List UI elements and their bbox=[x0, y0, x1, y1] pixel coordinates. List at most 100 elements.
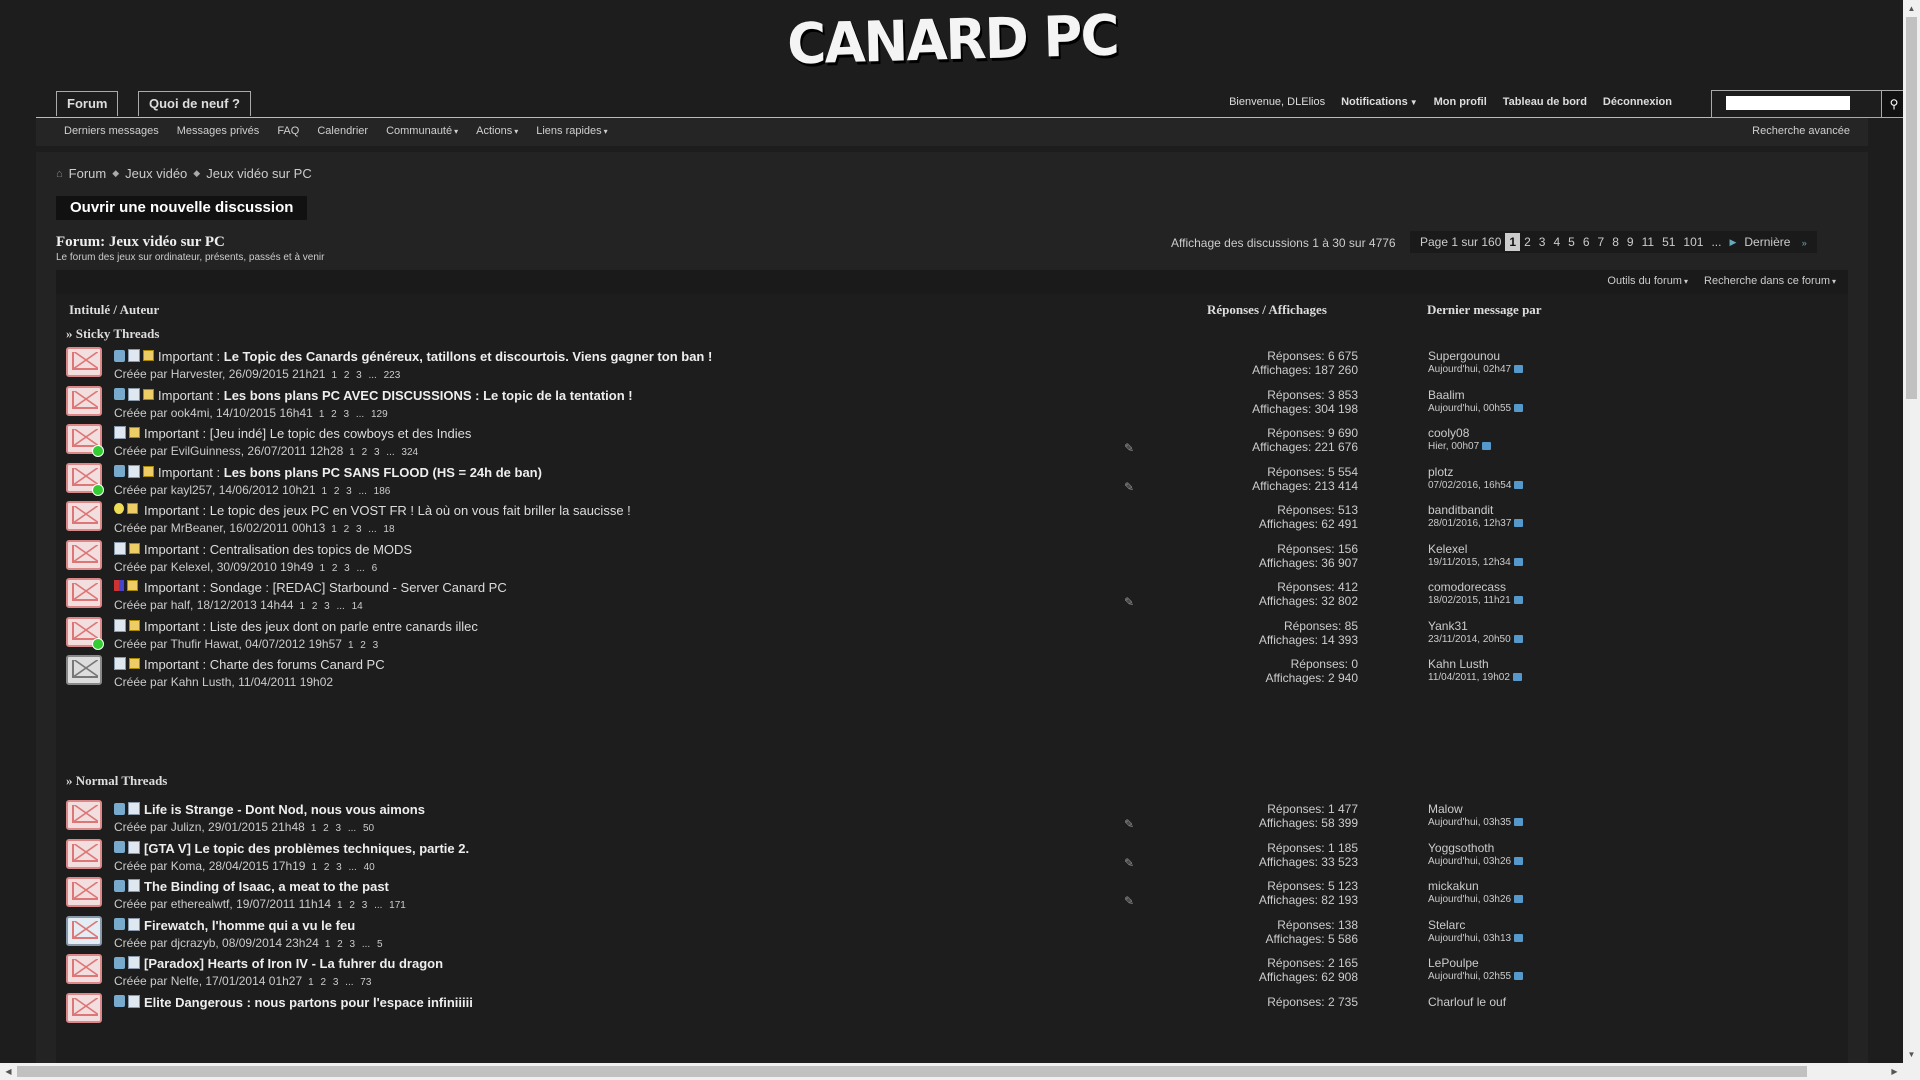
subnav-actions[interactable]: Actions ▾ bbox=[476, 118, 518, 145]
scrollbar-thumb[interactable] bbox=[17, 1066, 1807, 1077]
logout-link[interactable]: Déconnexion bbox=[1603, 91, 1672, 113]
last-post-user[interactable]: Kahn Lusth bbox=[1428, 657, 1489, 671]
thread-title-link[interactable]: Sondage : [REDAC] Starbound - Server Can… bbox=[210, 580, 507, 595]
thread-title-link[interactable]: [GTA V] Le topic des problèmes technique… bbox=[144, 841, 469, 856]
search-input[interactable] bbox=[1726, 96, 1850, 110]
thread-page-links[interactable]: 1 2 3 ... 40 bbox=[311, 862, 374, 873]
vertical-scrollbar[interactable]: ▲ ▼ bbox=[1903, 0, 1920, 1063]
last-post-user[interactable]: comodorecass bbox=[1428, 580, 1506, 594]
page-label[interactable]: Page 1 sur 160 bbox=[1416, 235, 1505, 249]
next-page-icon[interactable]: ▶ bbox=[1725, 237, 1740, 248]
go-to-last-post-icon[interactable] bbox=[1513, 634, 1523, 643]
thread-page-links[interactable]: 1 2 3 ... 171 bbox=[337, 900, 406, 911]
thread-page-links[interactable]: 1 2 3 ... 186 bbox=[322, 486, 391, 497]
last-post-user[interactable]: mickakun bbox=[1428, 879, 1479, 893]
thread-title-link[interactable]: Les bons plans PC SANS FLOOD (HS = 24h d… bbox=[224, 465, 542, 480]
last-post-user[interactable]: Stelarc bbox=[1428, 918, 1465, 932]
thread-status-icon[interactable] bbox=[66, 347, 102, 377]
thread-page-links[interactable]: 1 2 3 ... 223 bbox=[331, 370, 400, 381]
last-post-user[interactable]: LePoulpe bbox=[1428, 956, 1479, 970]
go-to-last-post-icon[interactable] bbox=[1514, 856, 1524, 865]
column-stats[interactable]: Réponses / Affichages bbox=[1207, 302, 1327, 318]
go-to-last-post-icon[interactable] bbox=[1513, 596, 1523, 605]
scroll-left-icon[interactable]: ◀ bbox=[0, 1063, 17, 1080]
subnav-community[interactable]: Communauté ▾ bbox=[386, 118, 458, 145]
scrollbar-thumb[interactable] bbox=[1906, 17, 1917, 399]
home-icon[interactable]: ⌂ bbox=[56, 168, 63, 180]
column-title[interactable]: Intitulé / Auteur bbox=[69, 302, 159, 318]
site-logo[interactable]: CANARD PC bbox=[47, 0, 1858, 98]
thread-status-icon[interactable] bbox=[66, 800, 102, 830]
last-post-user[interactable]: banditbandit bbox=[1428, 503, 1493, 517]
dashboard-link[interactable]: Tableau de bord bbox=[1503, 91, 1587, 113]
page-8[interactable]: 8 bbox=[1608, 235, 1623, 249]
last-post-user[interactable]: Supergounou bbox=[1428, 349, 1500, 363]
thread-status-icon[interactable] bbox=[66, 915, 102, 946]
go-to-last-post-icon[interactable] bbox=[1514, 933, 1524, 942]
thread-status-icon[interactable] bbox=[66, 838, 102, 869]
thread-page-links[interactable]: 1 2 3 ... 14 bbox=[299, 601, 362, 612]
profile-link[interactable]: Mon profil bbox=[1434, 91, 1487, 113]
subnav-quick-links[interactable]: Liens rapides ▾ bbox=[536, 118, 607, 145]
page-9[interactable]: 9 bbox=[1623, 235, 1638, 249]
last-post-user[interactable]: cooly08 bbox=[1428, 426, 1469, 440]
thread-title-link[interactable]: [Jeu indé] Le topic des cowboys et des I… bbox=[210, 426, 472, 441]
new-posts-icon[interactable] bbox=[92, 483, 104, 496]
breadcrumb-videogames[interactable]: Jeux vidéo bbox=[125, 166, 187, 181]
scroll-down-icon[interactable]: ▼ bbox=[1903, 1046, 1920, 1063]
subnav-calendar[interactable]: Calendrier bbox=[317, 118, 368, 145]
thread-title-link[interactable]: Les bons plans PC AVEC DISCUSSIONS : Le … bbox=[224, 388, 633, 403]
thread-title-link[interactable]: Charte des forums Canard PC bbox=[210, 657, 385, 672]
last-post-user[interactable]: Yoggsothoth bbox=[1428, 841, 1494, 855]
thread-status-icon[interactable] bbox=[66, 655, 102, 685]
thread-page-links[interactable]: 1 2 3 ... 129 bbox=[319, 409, 388, 420]
thread-status-icon[interactable] bbox=[66, 954, 102, 984]
new-thread-button[interactable]: Ouvrir une nouvelle discussion bbox=[56, 196, 308, 220]
page-101[interactable]: 101 bbox=[1679, 235, 1707, 249]
go-to-last-post-icon[interactable] bbox=[1514, 365, 1524, 374]
thread-status-icon[interactable] bbox=[66, 578, 102, 608]
thread-status-icon[interactable] bbox=[66, 501, 102, 531]
thread-title-link[interactable]: Le Topic des Canards généreux, tatillons… bbox=[224, 349, 713, 364]
notifications-menu[interactable]: Notifications ▼ bbox=[1341, 91, 1418, 114]
thread-status-icon[interactable] bbox=[66, 877, 102, 907]
subnav-faq[interactable]: FAQ bbox=[277, 118, 299, 145]
page-6[interactable]: 6 bbox=[1579, 235, 1594, 249]
last-post-user[interactable]: Kelexel bbox=[1428, 542, 1467, 556]
go-to-last-post-icon[interactable] bbox=[1514, 403, 1524, 412]
new-posts-icon[interactable] bbox=[92, 637, 104, 650]
thread-title-link[interactable]: Firewatch, l'homme qui a vu le feu bbox=[144, 918, 355, 933]
page-1[interactable]: 1 bbox=[1505, 233, 1521, 251]
page-7[interactable]: 7 bbox=[1594, 235, 1609, 249]
thread-page-links[interactable]: 1 2 3 ... 18 bbox=[331, 524, 394, 535]
last-post-user[interactable]: Yank31 bbox=[1428, 619, 1468, 633]
thread-page-links[interactable]: 1 2 3 ... 6 bbox=[319, 563, 377, 574]
thread-status-icon[interactable] bbox=[66, 385, 102, 416]
page-2[interactable]: 2 bbox=[1520, 235, 1535, 249]
thread-page-links[interactable]: 1 2 3 bbox=[348, 640, 378, 651]
thread-title-link[interactable]: Life is Strange - Dont Nod, nous vous ai… bbox=[144, 802, 425, 817]
page-3[interactable]: 3 bbox=[1535, 235, 1550, 249]
thread-title-link[interactable]: Centralisation des topics de MODS bbox=[210, 542, 412, 557]
scroll-up-icon[interactable]: ▲ bbox=[1903, 0, 1920, 17]
thread-page-links[interactable]: 1 2 3 ... 50 bbox=[311, 823, 374, 834]
go-to-last-post-icon[interactable] bbox=[1482, 442, 1492, 451]
advanced-search-link[interactable]: Recherche avancée bbox=[1752, 118, 1850, 144]
page-5[interactable]: 5 bbox=[1564, 235, 1579, 249]
page-4[interactable]: 4 bbox=[1549, 235, 1564, 249]
page-11[interactable]: 11 bbox=[1638, 235, 1658, 249]
tab-whats-new[interactable]: Quoi de neuf ? bbox=[138, 91, 251, 116]
tab-forum[interactable]: Forum bbox=[56, 91, 119, 116]
scroll-right-icon[interactable]: ▶ bbox=[1886, 1063, 1903, 1080]
search-forum-menu[interactable]: Recherche dans ce forum ▾ bbox=[1704, 275, 1836, 287]
thread-page-links[interactable]: 1 2 3 ... 324 bbox=[349, 447, 418, 458]
subnav-latest-posts[interactable]: Derniers messages bbox=[64, 118, 159, 145]
last-page-link[interactable]: Dernière » bbox=[1740, 235, 1810, 249]
go-to-last-post-icon[interactable] bbox=[1512, 673, 1522, 682]
thread-page-links[interactable]: 1 2 3 ... 5 bbox=[325, 939, 383, 950]
thread-page-links[interactable]: 1 2 3 ... 73 bbox=[308, 977, 371, 988]
last-post-user[interactable]: Malow bbox=[1428, 802, 1463, 816]
last-post-user[interactable]: Baalim bbox=[1428, 388, 1465, 402]
page-51[interactable]: 51 bbox=[1658, 235, 1679, 249]
forum-tools-menu[interactable]: Outils du forum ▾ bbox=[1607, 275, 1688, 287]
